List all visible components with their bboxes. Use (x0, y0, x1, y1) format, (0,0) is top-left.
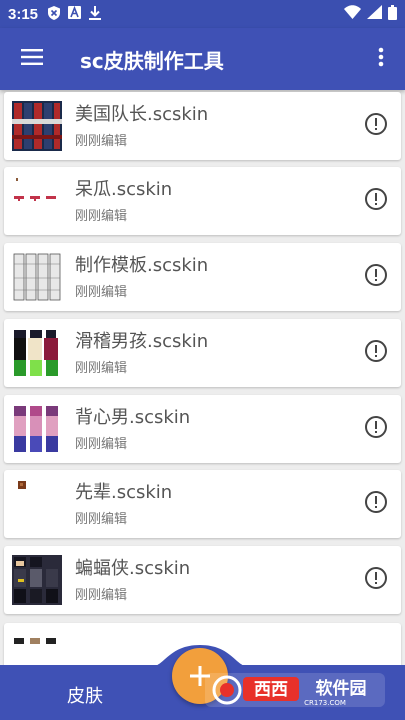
more-vert-icon (378, 47, 384, 71)
skin-thumbnail (12, 101, 62, 151)
info-button[interactable] (351, 263, 401, 291)
info-button[interactable] (351, 566, 401, 594)
shield-icon (48, 5, 61, 23)
app-a-icon (68, 5, 82, 22)
skin-list-item[interactable]: 背心男.scskin 刚刚编辑 (4, 395, 401, 463)
skin-thumbnail (12, 555, 62, 605)
svg-text:软件园: 软件园 (316, 678, 367, 699)
skin-thumbnail (12, 328, 62, 378)
info-icon (364, 490, 388, 518)
skin-name: 呆瓜.scskin (75, 178, 173, 200)
more-options-button[interactable] (357, 28, 405, 90)
skin-name: 制作模板.scskin (75, 254, 209, 276)
skin-name: 先辈.scskin (75, 481, 173, 503)
signal-icon (367, 5, 382, 23)
skin-edit-status: 刚刚编辑 (75, 587, 128, 603)
battery-icon (388, 4, 397, 24)
info-icon (364, 112, 388, 140)
app-bar: sc皮肤制作工具 (0, 28, 405, 90)
info-icon (364, 415, 388, 443)
skin-name: 蝙蝠侠.scskin (75, 557, 191, 579)
status-bar: 3:15 (0, 0, 405, 28)
info-button[interactable] (351, 339, 401, 367)
skin-thumbnail (12, 479, 62, 529)
skin-list-item[interactable]: 蝙蝠侠.scskin 刚刚编辑 (4, 546, 401, 614)
status-time: 3:15 (8, 5, 39, 23)
tab-skins[interactable]: 皮肤 (67, 682, 103, 708)
skin-list-item[interactable]: 美国队长.scskin 刚刚编辑 (4, 92, 401, 160)
info-icon (364, 263, 388, 291)
download-icon (89, 5, 102, 23)
skin-name: 背心男.scskin (75, 406, 191, 428)
skin-thumbnail (12, 404, 62, 454)
skin-list-item[interactable]: 呆瓜.scskin 刚刚编辑 (4, 167, 401, 235)
skin-name: 美国队长.scskin (75, 103, 209, 125)
skin-edit-status: 刚刚编辑 (75, 511, 128, 527)
info-button[interactable] (351, 187, 401, 215)
app-title: sc皮肤制作工具 (80, 48, 224, 73)
svg-text:西西: 西西 (254, 680, 288, 700)
watermark-logo: 西西 软件园 CR173.COM (205, 671, 385, 709)
skin-list-item[interactable]: 滑稽男孩.scskin 刚刚编辑 (4, 319, 401, 387)
info-icon (364, 566, 388, 594)
skin-name: 滑稽男孩.scskin (75, 330, 209, 352)
skin-edit-status: 刚刚编辑 (75, 208, 128, 224)
info-icon (364, 339, 388, 367)
skin-edit-status: 刚刚编辑 (75, 133, 128, 149)
skin-list-item[interactable]: 制作模板.scskin 刚刚编辑 (4, 243, 401, 311)
info-button[interactable] (351, 415, 401, 443)
skin-edit-status: 刚刚编辑 (75, 284, 128, 300)
skin-edit-status: 刚刚编辑 (75, 360, 128, 376)
hamburger-icon (21, 49, 43, 69)
info-button[interactable] (351, 490, 401, 518)
info-button[interactable] (351, 112, 401, 140)
menu-button[interactable] (0, 28, 64, 90)
skin-list-item[interactable]: 先辈.scskin 刚刚编辑 (4, 470, 401, 538)
skin-thumbnail (12, 252, 62, 302)
svg-text:CR173.COM: CR173.COM (304, 699, 346, 707)
wifi-icon (344, 5, 361, 23)
info-icon (364, 187, 388, 215)
skin-thumbnail (12, 176, 62, 226)
skin-edit-status: 刚刚编辑 (75, 436, 128, 452)
